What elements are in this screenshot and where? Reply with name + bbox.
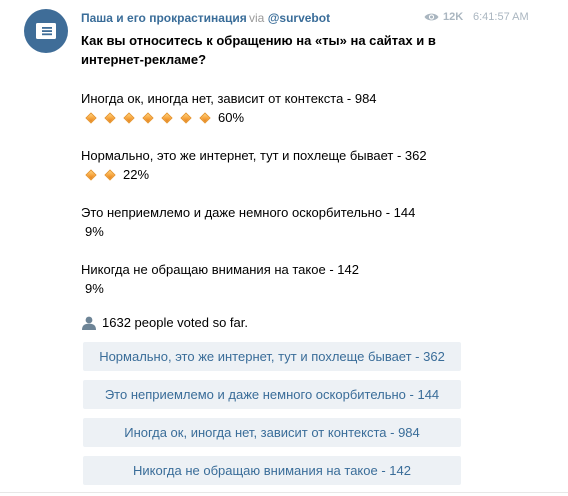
voted-summary: 1632 people voted so far. xyxy=(81,315,248,330)
orange-diamond-icon xyxy=(161,111,173,124)
vote-button-option-3[interactable]: Это неприемлемо и даже немного оскорбите… xyxy=(83,380,461,409)
channel-megaphone-icon xyxy=(36,23,56,39)
message-header: Паша и его прокрастинация via @survebot … xyxy=(81,11,561,27)
poll-option-label: Нормально, это же интернет, тут и похлещ… xyxy=(81,148,427,163)
poll-option-percent: 22% xyxy=(123,167,150,182)
poll-option-2: Нормально, это же интернет, тут и похлещ… xyxy=(81,146,427,184)
eye-icon xyxy=(424,13,439,21)
voted-count-text: 1632 people voted so far. xyxy=(102,315,249,330)
poll-option-percent: 9% xyxy=(85,224,104,239)
vote-button-option-4[interactable]: Никогда не обращаю внимания на такое - 1… xyxy=(83,456,461,485)
via-label: via xyxy=(249,11,265,25)
view-count: 12K xyxy=(424,11,463,23)
poll-option-label: Это неприемлемо и даже немного оскорбите… xyxy=(81,205,416,220)
channel-avatar[interactable] xyxy=(24,9,68,53)
orange-diamond-icon xyxy=(142,111,154,124)
orange-diamond-icon xyxy=(199,111,211,124)
poll-result-bar: 9% xyxy=(81,279,359,298)
poll-result-bar: 22% xyxy=(81,165,427,184)
poll-option-label: Иногда ок, иногда нет, зависит от контек… xyxy=(81,91,377,106)
poll-option-percent: 60% xyxy=(218,110,245,125)
poll-option-3: Это неприемлемо и даже немного оскорбите… xyxy=(81,203,415,241)
orange-diamond-icon xyxy=(180,111,192,124)
via-bot-link[interactable]: @survebot xyxy=(268,11,330,25)
poll-result-bar: 9% xyxy=(81,222,415,241)
orange-diamond-icon xyxy=(85,111,97,124)
via-bot: via @survebot xyxy=(249,11,330,25)
poll-question: Как вы относитесь к обращению на «ты» на… xyxy=(81,33,436,67)
poll-option-label: Никогда не обращаю внимания на такое - 1… xyxy=(81,262,359,277)
orange-diamond-icon xyxy=(104,168,116,181)
author-name[interactable]: Паша и его прокрастинация xyxy=(81,11,247,25)
poll-option-1: Иногда ок, иногда нет, зависит от контек… xyxy=(81,89,377,127)
vote-button-option-2[interactable]: Нормально, это же интернет, тут и похлещ… xyxy=(83,342,461,371)
orange-diamond-icon xyxy=(85,168,97,181)
vote-button-option-1[interactable]: Иногда ок, иногда нет, зависит от контек… xyxy=(83,418,461,447)
poll-option-percent: 9% xyxy=(85,281,104,296)
orange-diamond-icon xyxy=(123,111,135,124)
poll-result-bar: 60% xyxy=(81,108,377,127)
views-value: 12K xyxy=(443,11,464,23)
orange-diamond-icon xyxy=(104,111,116,124)
poll-option-4: Никогда не обращаю внимания на такое - 1… xyxy=(81,260,359,298)
user-icon xyxy=(82,316,96,330)
message-time[interactable]: 6:41:57 AM xyxy=(473,11,529,23)
divider xyxy=(0,492,568,493)
